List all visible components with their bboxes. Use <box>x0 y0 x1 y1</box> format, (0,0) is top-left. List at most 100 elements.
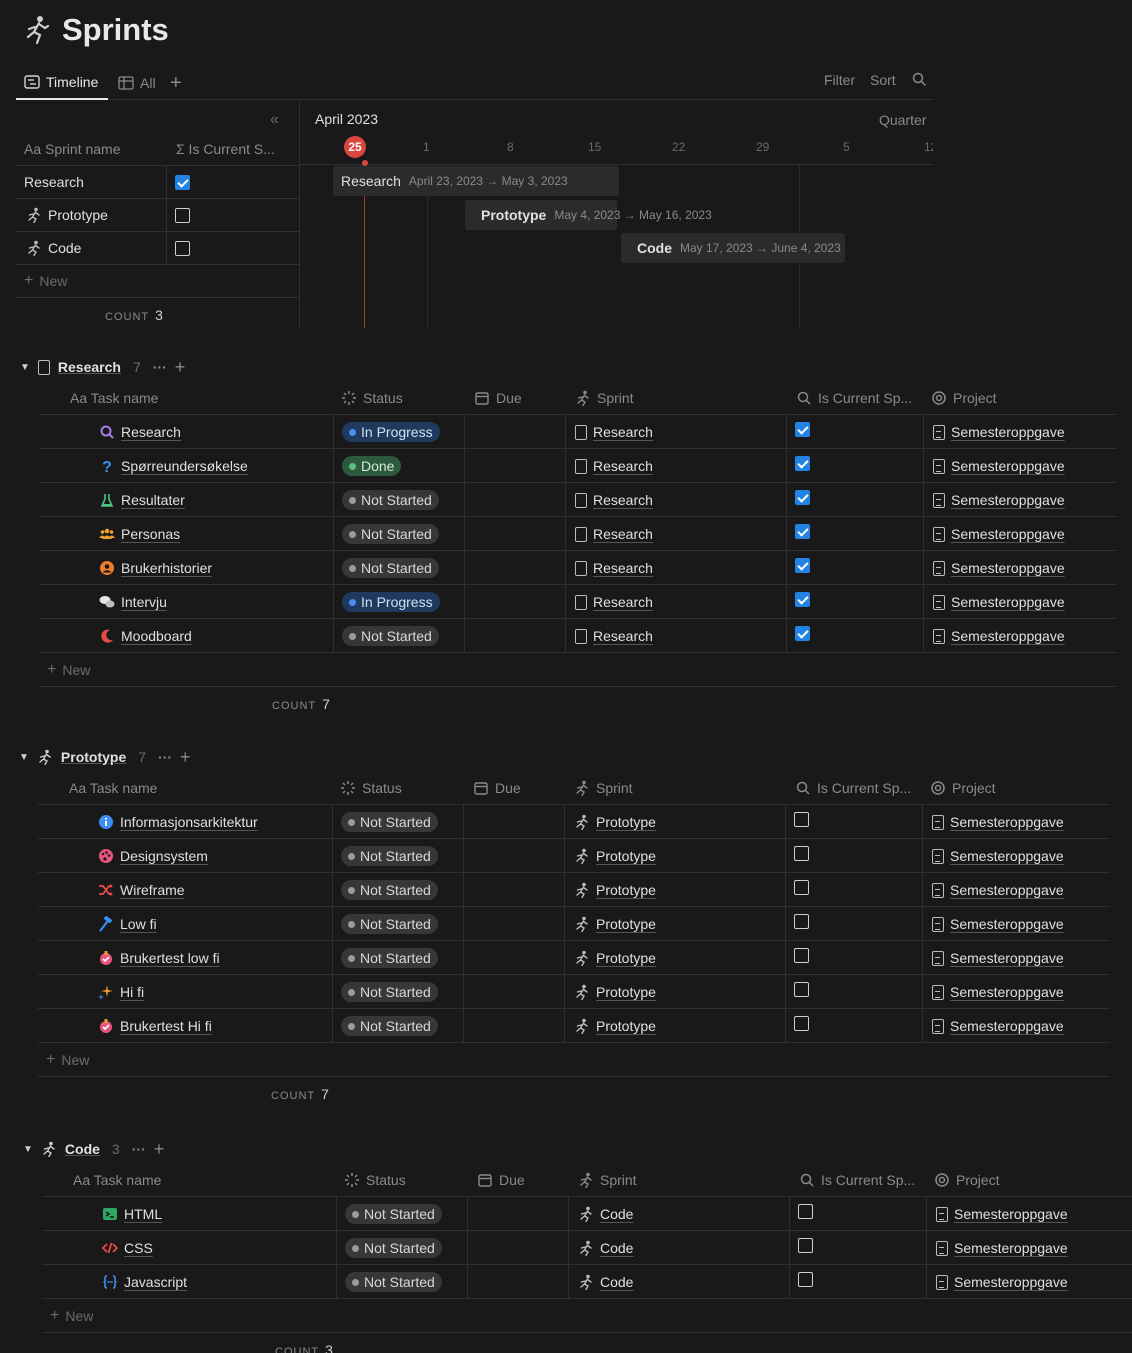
task-name-cell[interactable]: Resultater <box>99 483 185 517</box>
new-task-button[interactable]: + New <box>42 1299 1132 1333</box>
project-link[interactable]: Semesteroppgave <box>954 1240 1068 1256</box>
status-cell[interactable]: Not Started <box>341 1009 438 1043</box>
table-row[interactable]: Javascript Not Started Code Semesteroppg… <box>42 1265 1132 1299</box>
project-cell[interactable]: Semesteroppgave <box>936 1265 1068 1299</box>
col-sprint[interactable]: Sprint <box>578 1172 637 1188</box>
status-cell[interactable]: In Progress <box>342 415 440 449</box>
due-cell[interactable] <box>465 619 565 653</box>
sprint-link[interactable]: Research <box>593 458 653 474</box>
table-row[interactable]: Research In Progress Research Semesterop… <box>39 415 1117 449</box>
caret-down-icon[interactable]: ▼ <box>23 1144 33 1155</box>
timeline-bar-research[interactable]: Research April 23, 2023 → May 3, 2023 <box>333 166 619 196</box>
timeline-scale-button[interactable]: Quarter <box>879 112 926 128</box>
table-row[interactable]: CSS Not Started Code Semesteroppgave <box>42 1231 1132 1265</box>
sprint-cell[interactable]: Prototype <box>574 873 656 907</box>
caret-down-icon[interactable]: ▼ <box>20 362 30 373</box>
sprint-link[interactable]: Research <box>593 424 653 440</box>
project-cell[interactable]: Semesteroppgave <box>933 517 1065 551</box>
col-project[interactable]: Project <box>934 1172 1000 1188</box>
col-due[interactable]: Due <box>477 1172 525 1188</box>
sprint-link[interactable]: Research <box>593 560 653 576</box>
task-name-cell[interactable]: Brukertest low fi <box>98 941 220 975</box>
project-cell[interactable]: Semesteroppgave <box>933 551 1065 585</box>
sort-button[interactable]: Sort <box>870 72 896 88</box>
project-cell[interactable]: Semesteroppgave <box>932 873 1064 907</box>
due-cell[interactable] <box>465 415 565 449</box>
is-current-checkbox[interactable] <box>175 208 190 223</box>
col-project[interactable]: Project <box>931 390 997 406</box>
project-cell[interactable]: Semesteroppgave <box>933 585 1065 619</box>
sprint-cell[interactable]: Prototype <box>574 907 656 941</box>
task-name-cell[interactable]: Designsystem <box>98 839 208 873</box>
project-link[interactable]: Semesteroppgave <box>951 594 1065 610</box>
status-cell[interactable]: Not Started <box>342 483 439 517</box>
project-cell[interactable]: Semesteroppgave <box>932 941 1064 975</box>
status-cell[interactable]: Done <box>342 449 402 483</box>
due-cell[interactable] <box>465 449 565 483</box>
table-row[interactable]: Wireframe Not Started Prototype Semester… <box>38 873 1110 907</box>
sprint-cell[interactable]: Prototype <box>574 975 656 1009</box>
sprint-cell[interactable]: Research <box>575 415 653 449</box>
table-row[interactable]: Low fi Not Started Prototype Semesteropp… <box>38 907 1110 941</box>
sprint-cell[interactable]: Code <box>578 1265 633 1299</box>
sprint-cell[interactable]: Prototype <box>574 805 656 839</box>
project-link[interactable]: Semesteroppgave <box>950 882 1064 898</box>
project-link[interactable]: Semesteroppgave <box>950 984 1064 1000</box>
task-name[interactable]: Low fi <box>120 916 157 932</box>
project-link[interactable]: Semesteroppgave <box>950 950 1064 966</box>
group-name[interactable]: Prototype <box>61 749 126 765</box>
status-cell[interactable]: Not Started <box>341 975 438 1009</box>
due-cell[interactable] <box>464 1009 564 1043</box>
sprint-cell[interactable]: Research <box>575 551 653 585</box>
task-name[interactable]: Designsystem <box>120 848 208 864</box>
project-cell[interactable]: Semesteroppgave <box>933 483 1065 517</box>
col-due[interactable]: Due <box>473 780 521 796</box>
col-status[interactable]: Status <box>340 780 402 796</box>
sprint-cell[interactable]: Prototype <box>574 941 656 975</box>
sprint-cell[interactable]: Code <box>578 1197 633 1231</box>
add-view-button[interactable]: + <box>170 66 182 100</box>
plus-icon[interactable]: + <box>180 747 191 768</box>
task-name[interactable]: CSS <box>124 1240 153 1256</box>
task-name[interactable]: HTML <box>124 1206 162 1222</box>
status-cell[interactable]: Not Started <box>345 1231 442 1265</box>
col-status[interactable]: Status <box>344 1172 406 1188</box>
table-row[interactable]: Brukerhistorier Not Started Research Sem… <box>39 551 1117 585</box>
col-due[interactable]: Due <box>474 390 522 406</box>
project-link[interactable]: Semesteroppgave <box>950 848 1064 864</box>
sprint-link[interactable]: Research <box>593 594 653 610</box>
project-link[interactable]: Semesteroppgave <box>954 1206 1068 1222</box>
sprint-link[interactable]: Prototype <box>596 814 656 830</box>
project-link[interactable]: Semesteroppgave <box>950 916 1064 932</box>
table-row[interactable]: Brukertest Hi fi Not Started Prototype S… <box>38 1009 1110 1043</box>
filter-button[interactable]: Filter <box>824 72 855 88</box>
col-sprint[interactable]: Sprint <box>574 780 633 796</box>
task-name[interactable]: Brukerhistorier <box>121 560 212 576</box>
sprint-link[interactable]: Prototype <box>596 1018 656 1034</box>
sprint-link[interactable]: Prototype <box>596 882 656 898</box>
tab-all[interactable]: All <box>118 66 156 100</box>
sprint-cell[interactable]: Prototype <box>574 839 656 873</box>
sprint-link[interactable]: Code <box>600 1240 633 1256</box>
sprint-cell[interactable]: Research <box>575 449 653 483</box>
due-cell[interactable] <box>464 805 564 839</box>
status-cell[interactable]: Not Started <box>341 805 438 839</box>
due-cell[interactable] <box>464 975 564 1009</box>
due-cell[interactable] <box>464 907 564 941</box>
due-cell[interactable] <box>464 839 564 873</box>
sprint-link[interactable]: Code <box>600 1274 633 1290</box>
group-header[interactable]: ▼ Prototype 7 ··· + <box>19 745 191 769</box>
sprint-link[interactable]: Prototype <box>596 984 656 1000</box>
sprint-link[interactable]: Prototype <box>596 950 656 966</box>
sprint-cell[interactable]: Prototype <box>574 1009 656 1043</box>
group-header[interactable]: ▼ Research 7 ··· + <box>20 355 185 379</box>
status-cell[interactable]: Not Started <box>345 1265 442 1299</box>
table-row[interactable]: Informasjonsarkitektur Not Started Proto… <box>38 805 1110 839</box>
project-link[interactable]: Semesteroppgave <box>951 424 1065 440</box>
project-cell[interactable]: Semesteroppgave <box>933 449 1065 483</box>
project-cell[interactable]: Semesteroppgave <box>936 1231 1068 1265</box>
task-name-cell[interactable]: Intervju <box>99 585 167 619</box>
table-row[interactable]: Hi fi Not Started Prototype Semesteroppg… <box>38 975 1110 1009</box>
search-icon[interactable] <box>912 72 927 87</box>
col-sprint[interactable]: Sprint <box>575 390 634 406</box>
